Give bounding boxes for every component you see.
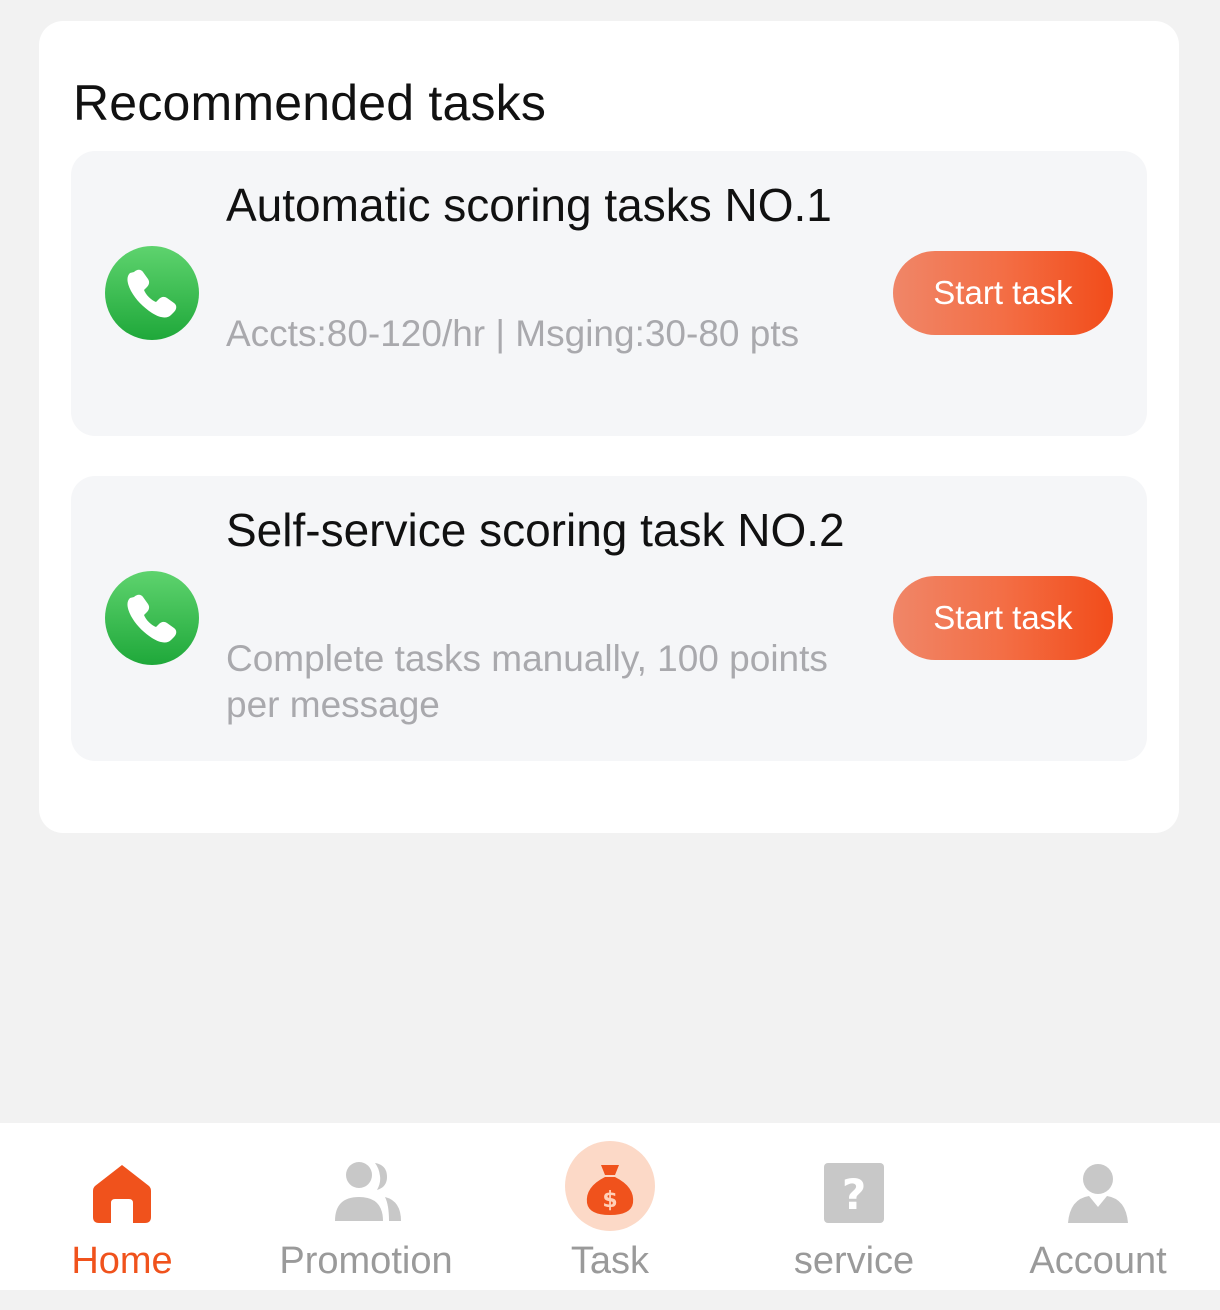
task-card: Automatic scoring tasks NO.1 Accts:80-12… bbox=[71, 151, 1147, 436]
money-bag-icon: $ bbox=[565, 1141, 655, 1231]
tab-service[interactable]: ? service bbox=[732, 1123, 976, 1290]
tab-label: Promotion bbox=[279, 1240, 453, 1282]
svg-text:$: $ bbox=[602, 1188, 617, 1213]
tab-promotion[interactable]: Promotion bbox=[244, 1123, 488, 1290]
whatsapp-phone-icon bbox=[104, 245, 200, 341]
start-task-button[interactable]: Start task bbox=[893, 576, 1113, 660]
svg-text:?: ? bbox=[842, 1170, 866, 1219]
tab-label: Home bbox=[71, 1240, 173, 1282]
start-task-button[interactable]: Start task bbox=[893, 251, 1113, 335]
tab-label: Task bbox=[570, 1240, 650, 1282]
task-description: Complete tasks manually, 100 points per … bbox=[226, 638, 828, 725]
bottom-tab-bar: Home Promotion $ Task ? service Account bbox=[0, 1123, 1220, 1290]
recommended-tasks-panel: Recommended tasks Automatic scoring task… bbox=[39, 21, 1179, 833]
people-icon bbox=[321, 1141, 411, 1231]
section-title: Recommended tasks bbox=[73, 75, 547, 131]
home-icon bbox=[77, 1141, 167, 1231]
tab-label: service bbox=[793, 1240, 915, 1282]
bottom-strip bbox=[0, 1290, 1220, 1310]
tab-account[interactable]: Account bbox=[976, 1123, 1220, 1290]
task-card: Self-service scoring task NO.2 Complete … bbox=[71, 476, 1147, 761]
tab-label: Account bbox=[1029, 1240, 1167, 1282]
user-icon bbox=[1053, 1141, 1143, 1231]
tab-task[interactable]: $ Task bbox=[488, 1123, 732, 1290]
help-icon: ? bbox=[809, 1141, 899, 1231]
tab-home[interactable]: Home bbox=[0, 1123, 244, 1290]
task-title: Self-service scoring task NO.2 bbox=[226, 504, 845, 556]
whatsapp-phone-icon bbox=[104, 570, 200, 666]
task-description: Accts:80-120/hr | Msging:30-80 pts bbox=[226, 313, 800, 354]
task-title: Automatic scoring tasks NO.1 bbox=[226, 179, 832, 231]
